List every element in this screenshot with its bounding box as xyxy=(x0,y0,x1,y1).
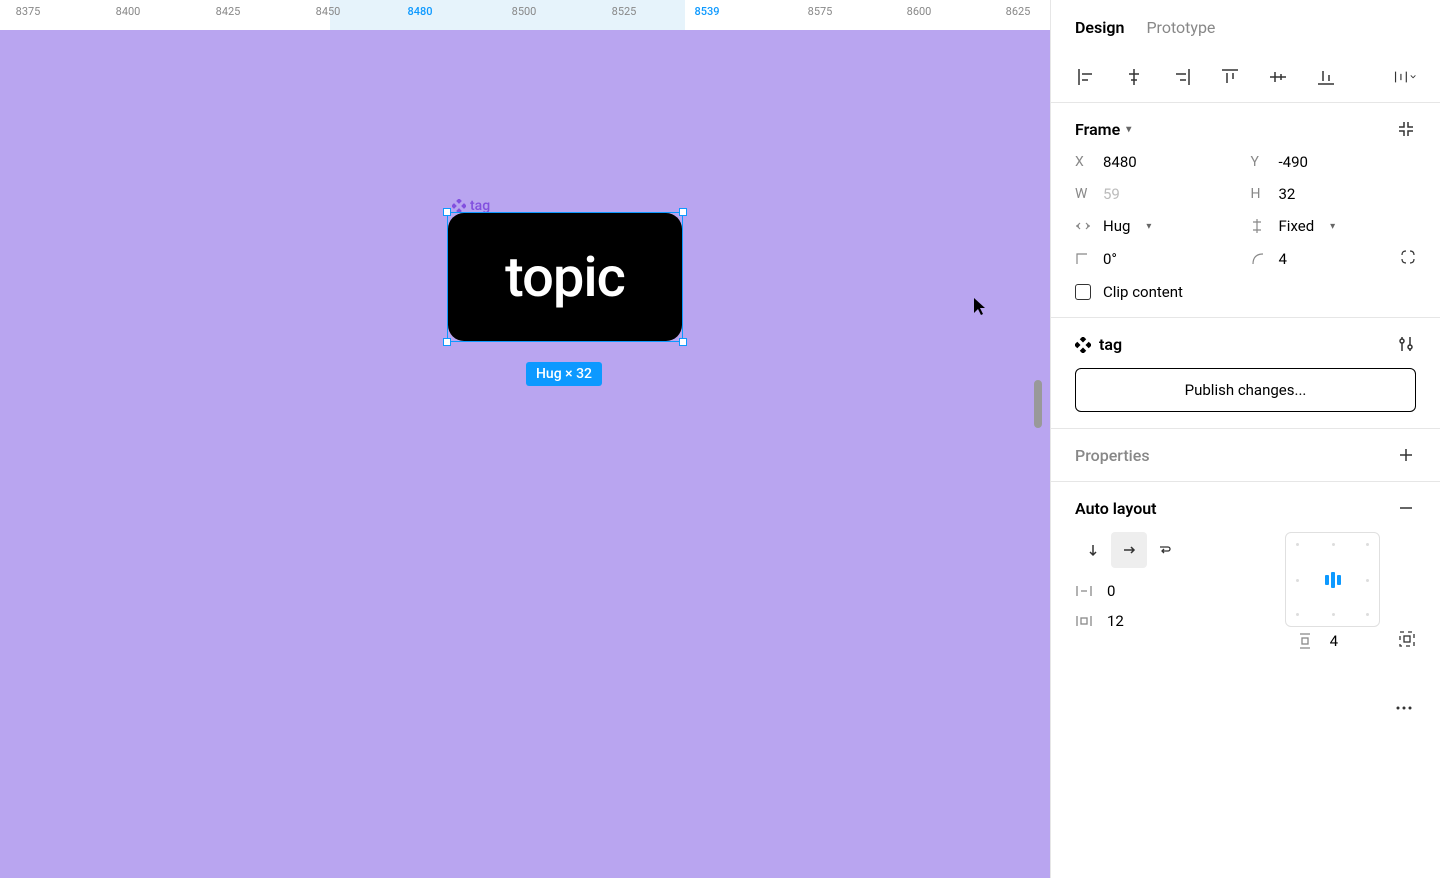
tag-text: topic xyxy=(505,244,625,310)
ruler-tick: 8425 xyxy=(216,5,241,18)
canvas-ruler[interactable]: 8375 8400 8425 8450 8480 8500 8525 8539 8575 8600… xyxy=(0,0,1050,30)
frame-section: Frame ▾ X8480 Y-490 W59 H32 Hug▾ Fixed▾ … xyxy=(1051,103,1440,318)
direction-wrap-button[interactable] xyxy=(1147,532,1183,568)
gap-field[interactable]: 0 xyxy=(1075,582,1271,600)
publish-button[interactable]: Publish changes... xyxy=(1075,368,1416,412)
h-field[interactable]: H32 xyxy=(1251,185,1417,203)
component-icon xyxy=(1075,337,1089,351)
align-right-icon[interactable] xyxy=(1171,66,1193,88)
remove-autolayout-button[interactable] xyxy=(1396,498,1416,518)
adjust-icon[interactable] xyxy=(1396,334,1416,354)
component-icon xyxy=(452,199,466,213)
panel-tabs: Design Prototype xyxy=(1051,0,1440,52)
ruler-tick: 8500 xyxy=(512,5,537,18)
checkbox-icon xyxy=(1075,284,1091,300)
tab-prototype[interactable]: Prototype xyxy=(1146,18,1215,37)
properties-title: Properties xyxy=(1075,446,1150,465)
align-bottom-icon[interactable] xyxy=(1315,66,1337,88)
size-badge: Hug × 32 xyxy=(526,362,602,386)
pad-h-field[interactable]: 12 xyxy=(1075,612,1124,630)
component-name: tag xyxy=(1099,335,1122,354)
direction-buttons xyxy=(1075,532,1271,568)
canvas[interactable]: tag topic Hug × 32 xyxy=(0,30,1050,878)
direction-vertical-button[interactable] xyxy=(1075,532,1111,568)
resize-handle-tr[interactable] xyxy=(679,208,687,216)
vert-constraint-dropdown[interactable]: Fixed▾ xyxy=(1251,217,1417,235)
ruler-tick: 8575 xyxy=(808,5,833,18)
resize-handle-tl[interactable] xyxy=(443,208,451,216)
frame-dropdown[interactable]: Frame ▾ xyxy=(1075,120,1131,139)
ruler-tick: 8525 xyxy=(612,5,637,18)
ruler-tick: 8450 xyxy=(316,5,341,18)
autolayout-section: Auto layout 0 12 xyxy=(1051,482,1440,668)
ruler-tick: 8600 xyxy=(907,5,932,18)
pad-v-field[interactable]: 4 xyxy=(1298,632,1338,650)
align-vcenter-icon[interactable] xyxy=(1267,66,1289,88)
resize-handle-br[interactable] xyxy=(679,338,687,346)
alignment-box[interactable] xyxy=(1285,532,1380,627)
rotation-field[interactable]: 0° xyxy=(1075,249,1241,269)
padding-detail-icon[interactable] xyxy=(1398,630,1416,652)
horiz-constraint-dropdown[interactable]: Hug▾ xyxy=(1075,217,1241,235)
add-property-button[interactable] xyxy=(1396,445,1416,465)
autolayout-title: Auto layout xyxy=(1075,499,1157,518)
align-left-icon[interactable] xyxy=(1075,66,1097,88)
y-field[interactable]: Y-490 xyxy=(1251,153,1417,171)
align-hcenter-icon[interactable] xyxy=(1123,66,1145,88)
chevron-down-icon: ▾ xyxy=(1126,124,1131,135)
inspector-panel: Design Prototype Frame ▾ X8480 Y-490 W59… xyxy=(1050,0,1440,878)
resize-handle-bl[interactable] xyxy=(443,338,451,346)
x-field[interactable]: X8480 xyxy=(1075,153,1241,171)
ruler-tick: 8375 xyxy=(16,5,41,18)
autolayout-more-button[interactable] xyxy=(1392,696,1416,720)
w-field[interactable]: W59 xyxy=(1075,185,1241,203)
ruler-tick: 8400 xyxy=(116,5,141,18)
alignment-center-indicator xyxy=(1325,572,1341,588)
ruler-tick: 8625 xyxy=(1006,5,1031,18)
fit-icon[interactable] xyxy=(1396,119,1416,139)
distribute-dropdown[interactable] xyxy=(1394,66,1416,88)
tab-design[interactable]: Design xyxy=(1075,18,1124,37)
component-section: tag Publish changes... xyxy=(1051,318,1440,429)
clip-content-checkbox[interactable]: Clip content xyxy=(1075,283,1416,301)
align-top-icon[interactable] xyxy=(1219,66,1241,88)
canvas-scrollbar[interactable] xyxy=(1034,380,1042,428)
corner-detail-icon[interactable] xyxy=(1400,249,1416,269)
alignment-row xyxy=(1051,52,1440,103)
selection-box[interactable]: topic xyxy=(447,212,683,342)
properties-section: Properties xyxy=(1051,429,1440,482)
ruler-tick: 8539 xyxy=(694,5,719,18)
ruler-tick: 8480 xyxy=(407,5,432,18)
radius-field[interactable]: 4 xyxy=(1251,249,1417,269)
direction-horizontal-button[interactable] xyxy=(1111,532,1147,568)
cursor-icon xyxy=(974,298,988,316)
tag-element[interactable]: topic xyxy=(448,213,682,341)
